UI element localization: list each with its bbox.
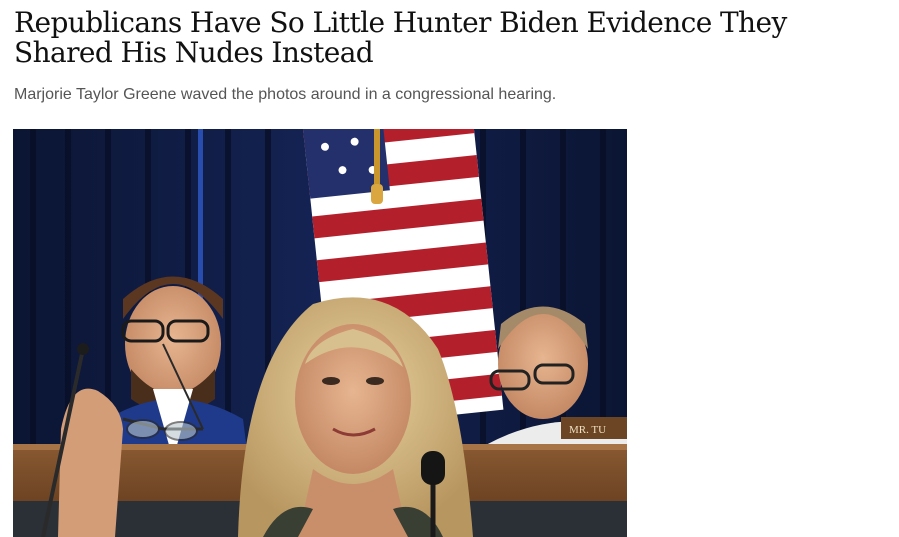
nameplate-label: MR. TU (569, 424, 606, 436)
article-dek: Marjorie Taylor Greene waved the photos … (14, 86, 557, 103)
hero-photo: MR. TU (13, 129, 627, 537)
headline: Republicans Have So Little Hunter Biden … (14, 6, 787, 69)
hero-photo-illustration: MR. TU (13, 129, 627, 537)
article-header: Republicans Have So Little Hunter Biden … (14, 8, 892, 68)
